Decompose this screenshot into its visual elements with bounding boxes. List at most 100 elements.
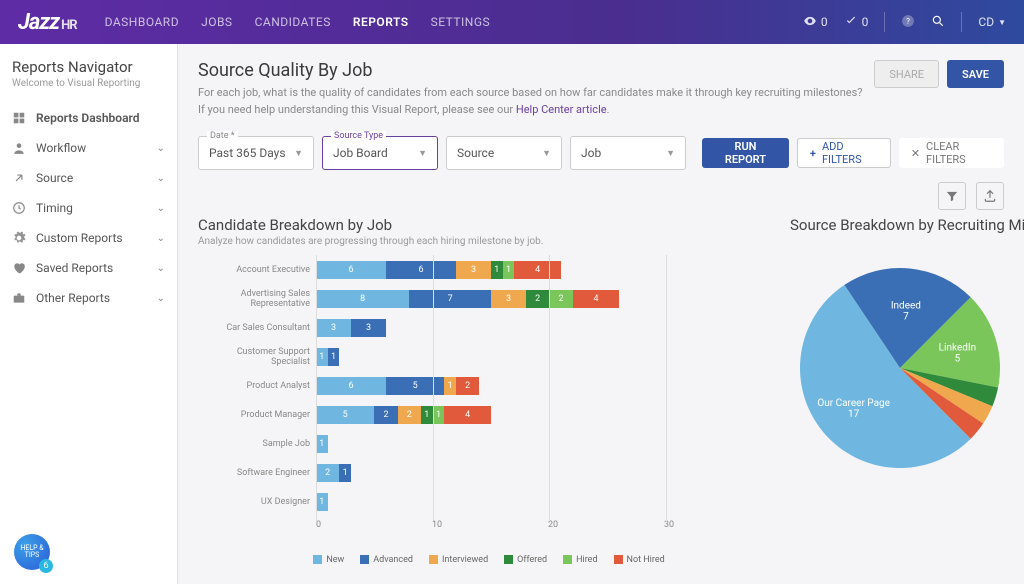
bar-segment[interactable]: 3 — [351, 319, 386, 337]
nav-link-settings[interactable]: SETTINGS — [431, 15, 491, 29]
bar-segment[interactable]: 1 — [421, 406, 433, 424]
legend-item[interactable]: Advanced — [360, 555, 413, 565]
bar-segment[interactable]: 4 — [573, 290, 620, 308]
chevron-down-icon: ⌄ — [157, 263, 165, 274]
help-tips-badge[interactable]: HELP & TIPS 6 — [14, 534, 50, 570]
filter-bar: Date *Past 365 Days▼ Source TypeJob Boar… — [198, 136, 1004, 170]
help-icon[interactable]: ? — [901, 14, 915, 31]
chevron-down-icon: ⌄ — [157, 173, 165, 184]
bar-segment[interactable]: 2 — [374, 406, 397, 424]
bar-segment[interactable]: 3 — [491, 290, 526, 308]
share-icon — [12, 171, 26, 185]
bar-row: UX Designer1 — [198, 487, 780, 516]
bar-segment[interactable]: 1 — [491, 261, 503, 279]
save-button[interactable]: SAVE — [947, 60, 1004, 88]
bar-segment[interactable]: 2 — [456, 377, 479, 395]
tasks-count[interactable]: 0 — [844, 14, 869, 31]
sidebar-item-other-reports[interactable]: Other Reports⌄ — [12, 283, 165, 313]
eye-icon — [803, 14, 817, 31]
bar-segment[interactable]: 7 — [409, 290, 491, 308]
chevron-down-icon: ⌄ — [157, 143, 165, 154]
bar-segment[interactable]: 6 — [386, 261, 456, 279]
date-filter[interactable]: Date *Past 365 Days▼ — [198, 136, 314, 170]
bar-segment[interactable]: 2 — [549, 290, 572, 308]
legend-item[interactable]: Interviewed — [429, 555, 488, 565]
chevron-down-icon: ⌄ — [157, 203, 165, 214]
help-center-link[interactable]: Help Center article — [516, 103, 607, 116]
bar-segment[interactable]: 1 — [328, 348, 340, 366]
bar-segment[interactable]: 3 — [316, 319, 351, 337]
dashboard-icon — [12, 111, 26, 125]
nav-links: DASHBOARD JOBS CANDIDATES REPORTS SETTINGS — [105, 15, 491, 29]
filter-icon[interactable] — [938, 182, 966, 210]
bar-row: Car Sales Consultant33 — [198, 313, 780, 342]
sidebar-subtitle: Welcome to Visual Reporting — [12, 78, 165, 89]
nav-link-candidates[interactable]: CANDIDATES — [255, 15, 331, 29]
candidate-breakdown-chart: Candidate Breakdown by Job Analyze how c… — [198, 216, 780, 565]
bar-row: Account Executive663114 — [198, 255, 780, 284]
bar-segment[interactable]: 2 — [398, 406, 421, 424]
source-type-filter[interactable]: Source TypeJob Board▼ — [322, 136, 438, 170]
sidebar-item-timing[interactable]: Timing⌄ — [12, 193, 165, 223]
logo[interactable]: JazzHR — [18, 10, 77, 35]
top-nav: JazzHR DASHBOARD JOBS CANDIDATES REPORTS SET… — [0, 0, 1024, 44]
legend-item[interactable]: New — [313, 555, 344, 565]
legend-item[interactable]: Not Hired — [614, 555, 665, 565]
legend-item[interactable]: Offered — [504, 555, 547, 565]
bar-segment[interactable]: 3 — [456, 261, 491, 279]
add-filters-button[interactable]: +ADD FILTERS — [797, 138, 891, 168]
export-icon[interactable] — [976, 182, 1004, 210]
job-filter[interactable]: Job▼ — [570, 136, 686, 170]
bar-segment[interactable]: 1 — [503, 261, 515, 279]
search-icon[interactable] — [931, 14, 945, 31]
bar-segment[interactable]: 4 — [444, 406, 491, 424]
bar-segment[interactable]: 1 — [316, 493, 328, 511]
source-breakdown-chart: Source Breakdown by Recruiting Milestone… — [790, 216, 1024, 565]
check-icon — [844, 14, 858, 31]
sidebar-item-reports-dashboard[interactable]: Reports Dashboard — [12, 103, 165, 133]
chevron-down-icon: ⌄ — [157, 233, 165, 244]
nav-link-jobs[interactable]: JOBS — [201, 15, 232, 29]
run-report-button[interactable]: RUN REPORT — [702, 138, 789, 168]
bar-row: Customer Support Specialist11 — [198, 342, 780, 371]
bar-segment[interactable]: 2 — [526, 290, 549, 308]
bar-segment[interactable]: 1 — [316, 348, 328, 366]
views-count[interactable]: 0 — [803, 14, 828, 31]
svg-text:?: ? — [906, 15, 910, 25]
gear-icon — [12, 231, 26, 245]
sidebar-item-custom-reports[interactable]: Custom Reports⌄ — [12, 223, 165, 253]
clear-filters-button[interactable]: ✕CLEAR FILTERS — [899, 138, 1004, 168]
bar-row: Sample Job1 — [198, 429, 780, 458]
bar-segment[interactable]: 4 — [514, 261, 561, 279]
sidebar-item-saved-reports[interactable]: Saved Reports⌄ — [12, 253, 165, 283]
bar-segment[interactable]: 8 — [316, 290, 409, 308]
nav-link-reports[interactable]: REPORTS — [353, 15, 409, 29]
sidebar-item-workflow[interactable]: Workflow⌄ — [12, 133, 165, 163]
bar-segment[interactable]: 5 — [386, 377, 444, 395]
bar-row: Product Manager522114 — [198, 400, 780, 429]
nav-link-dashboard[interactable]: DASHBOARD — [105, 15, 179, 29]
share-button[interactable]: SHARE — [874, 60, 939, 88]
main: Source Quality By Job For each job, what… — [178, 44, 1024, 584]
bar-segment[interactable]: 6 — [316, 377, 386, 395]
page-title: Source Quality By Job — [198, 60, 863, 81]
legend-item[interactable]: Hired — [563, 555, 597, 565]
bar-segment[interactable]: 2 — [316, 464, 339, 482]
bar-segment[interactable]: 1 — [316, 435, 328, 453]
bar-segment[interactable]: 1 — [433, 406, 445, 424]
pie-chart: Our Career Page17Indeed7LinkedIn5 — [790, 258, 1010, 478]
sidebar: Reports Navigator Welcome to Visual Repo… — [0, 44, 178, 584]
user-menu[interactable]: CD ▼ — [978, 15, 1006, 29]
bar-segment[interactable]: 1 — [444, 377, 456, 395]
source-filter[interactable]: Source▼ — [446, 136, 562, 170]
bar-segment[interactable]: 1 — [339, 464, 351, 482]
briefcase-icon — [12, 291, 26, 305]
chevron-down-icon: ⌄ — [157, 293, 165, 304]
bar-segment[interactable]: 6 — [316, 261, 386, 279]
bar-row: Product Analyst6512 — [198, 371, 780, 400]
person-icon — [12, 141, 26, 155]
sidebar-title: Reports Navigator — [12, 58, 165, 76]
bar-segment[interactable]: 5 — [316, 406, 374, 424]
bar-row: Software Engineer21 — [198, 458, 780, 487]
sidebar-item-source[interactable]: Source⌄ — [12, 163, 165, 193]
